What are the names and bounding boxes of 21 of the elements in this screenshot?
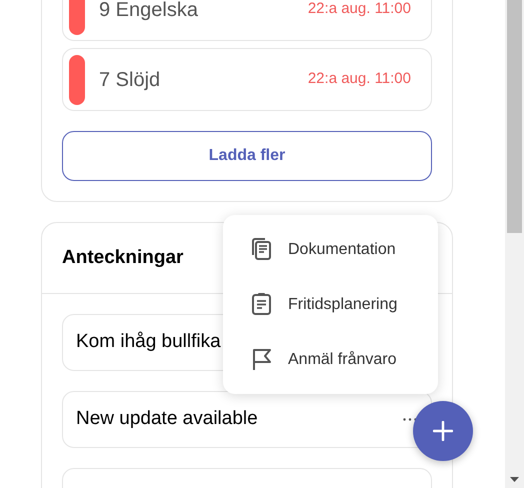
documents-icon	[250, 237, 274, 262]
note-text: Kom ihåg bullfika	[76, 330, 222, 354]
scrollbar[interactable]	[505, 0, 524, 488]
card-title: Anteckningar	[62, 246, 184, 270]
load-more-button[interactable]: Ladda fler	[62, 131, 432, 181]
assignment-item[interactable]: 7 Slöjd 22:a aug. 11:00	[62, 48, 432, 111]
due-date: 22:a aug. 11:00	[308, 69, 411, 90]
menu-item[interactable]: Fritidsplanering	[250, 278, 411, 331]
assignment-title: 7 Slöjd	[99, 68, 162, 92]
plus-icon	[433, 421, 453, 441]
due-date: 22:a aug. 11:00	[308, 0, 411, 20]
note-text: New update available	[76, 407, 259, 432]
assignment-item[interactable]: 9 Engelska 22:a aug. 11:00	[62, 0, 432, 41]
scroll-down-icon[interactable]	[510, 477, 519, 482]
add-button[interactable]	[413, 401, 473, 461]
menu-item[interactable]: Dokumentation	[250, 223, 411, 276]
flag-icon	[250, 347, 274, 372]
assignment-title: 9 Engelska	[99, 0, 199, 22]
clipboard-icon	[250, 292, 274, 317]
menu-item[interactable]: Anmäl frånvaro	[250, 333, 411, 386]
scrollbar-thumb[interactable]	[507, 0, 522, 233]
